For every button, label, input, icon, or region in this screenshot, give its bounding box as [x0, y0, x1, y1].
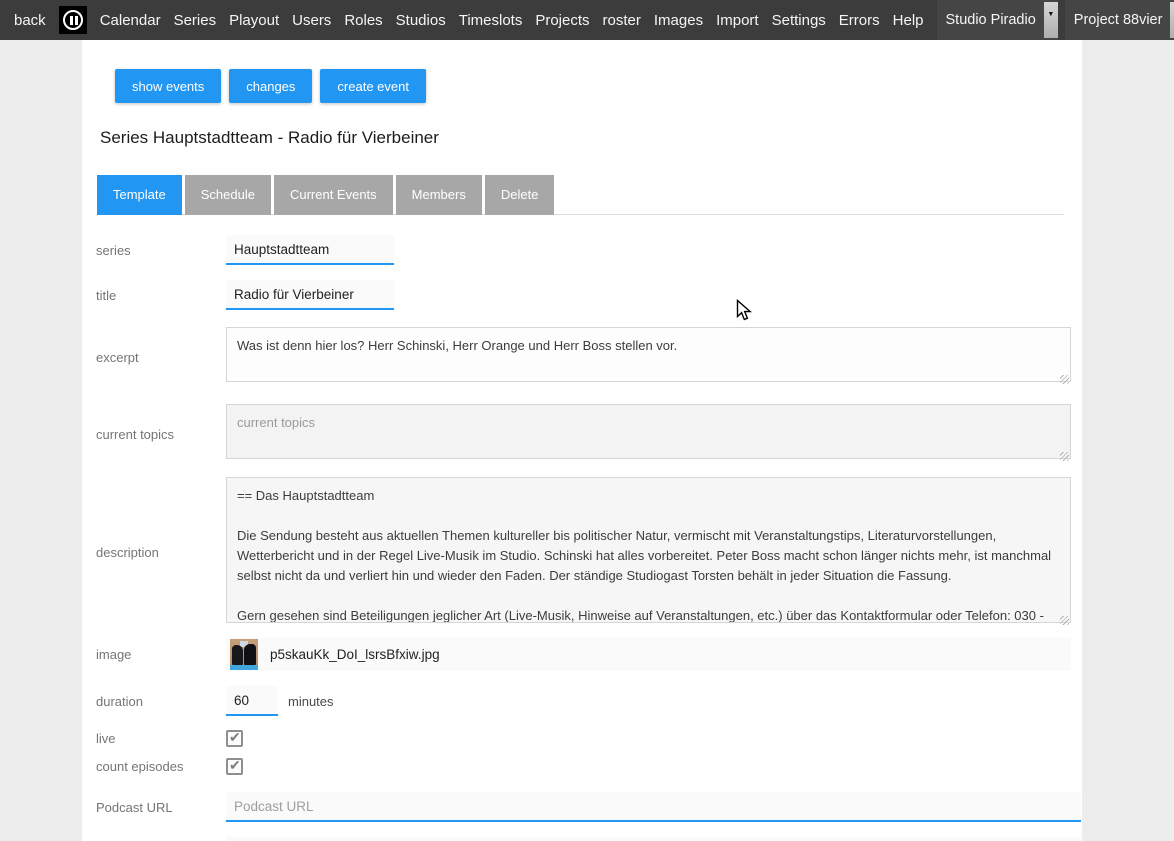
show-events-button[interactable]: show events — [115, 69, 221, 103]
project-select-value: Project 88vier — [1074, 12, 1163, 28]
create-event-button[interactable]: create event — [320, 69, 426, 103]
studio-select[interactable]: Studio Piradio ▼ — [937, 0, 1058, 40]
tab-template[interactable]: Template — [97, 175, 182, 215]
nav-item-help[interactable]: Help — [893, 12, 924, 29]
image-label: image — [82, 647, 226, 662]
title-row: title — [82, 280, 1082, 310]
nav-item-users[interactable]: Users — [292, 12, 331, 29]
title-label: title — [82, 288, 226, 303]
archive-url-input[interactable] — [226, 837, 1081, 841]
changes-button[interactable]: changes — [229, 69, 312, 103]
count-episodes-label: count episodes — [82, 759, 226, 774]
count-episodes-row: count episodes ✔ — [82, 758, 1082, 775]
tab-members[interactable]: Members — [396, 175, 482, 215]
nav-item-calendar[interactable]: Calendar — [100, 12, 161, 29]
podcast-url-label: Podcast URL — [82, 800, 226, 815]
title-input[interactable] — [226, 280, 394, 310]
tab-current-events[interactable]: Current Events — [274, 175, 393, 215]
page-title: Series Hauptstadtteam - Radio für Vierbe… — [100, 128, 1082, 148]
nav-item-timeslots[interactable]: Timeslots — [459, 12, 523, 29]
description-row: description == Das Hauptstadtteam Die Se… — [82, 477, 1082, 628]
top-navbar: back Calendar Series Playout Users Roles… — [0, 0, 1174, 40]
nav-item-projects[interactable]: Projects — [535, 12, 589, 29]
piradio-logo-icon[interactable] — [59, 6, 87, 34]
current-topics-label: current topics — [82, 427, 226, 442]
nav-item-roster[interactable]: roster — [603, 12, 641, 29]
series-row: series — [82, 235, 1082, 265]
nav-item-back[interactable]: back — [14, 12, 46, 29]
studio-select-value: Studio Piradio — [946, 12, 1036, 28]
live-row: live ✔ — [82, 730, 1082, 747]
live-checkbox[interactable]: ✔ — [226, 730, 243, 747]
checkmark-icon: ✔ — [229, 729, 241, 746]
current-topics-textarea[interactable] — [226, 404, 1071, 459]
duration-row: duration minutes — [82, 686, 1082, 716]
podcast-url-row: Podcast URL — [82, 792, 1082, 822]
logo-pause-bar — [70, 16, 73, 25]
series-input[interactable] — [226, 235, 394, 265]
excerpt-textarea[interactable]: Was ist denn hier los? Herr Schinski, He… — [226, 327, 1071, 382]
image-row: image p5skauKk_DoI_lsrsBfxiw.jpg — [82, 638, 1082, 671]
series-label: series — [82, 243, 226, 258]
nav-item-roles[interactable]: Roles — [344, 12, 382, 29]
nav-item-images[interactable]: Images — [654, 12, 703, 29]
series-image-thumbnail[interactable] — [230, 639, 258, 670]
description-textarea[interactable]: == Das Hauptstadtteam Die Sendung besteh… — [226, 477, 1071, 623]
logo-ring — [63, 10, 83, 30]
project-select-arrow[interactable]: ▼ — [1170, 2, 1174, 38]
project-select[interactable]: Project 88vier ▼ — [1065, 0, 1174, 40]
live-label: live — [82, 731, 226, 746]
current-topics-row: current topics — [82, 404, 1082, 464]
nav-item-playout[interactable]: Playout — [229, 12, 279, 29]
tab-bar: Template Schedule Current Events Members… — [97, 175, 1064, 215]
count-episodes-checkbox[interactable]: ✔ — [226, 758, 243, 775]
studio-select-arrow[interactable]: ▼ — [1044, 2, 1058, 38]
tab-delete[interactable]: Delete — [485, 175, 555, 215]
action-toolbar: show events changes create event — [115, 69, 1082, 103]
duration-label: duration — [82, 694, 226, 709]
excerpt-row: excerpt Was ist denn hier los? Herr Schi… — [82, 327, 1082, 387]
nav-item-series[interactable]: Series — [174, 12, 217, 29]
duration-input[interactable] — [226, 686, 278, 716]
tab-schedule[interactable]: Schedule — [185, 175, 271, 215]
podcast-url-input[interactable] — [226, 792, 1081, 822]
image-filename: p5skauKk_DoI_lsrsBfxiw.jpg — [270, 647, 440, 662]
duration-unit-label: minutes — [288, 694, 334, 709]
nav-item-studios[interactable]: Studios — [396, 12, 446, 29]
archive-url-row: Archive URL — [82, 837, 1082, 841]
image-field: p5skauKk_DoI_lsrsBfxiw.jpg — [226, 638, 1071, 671]
excerpt-label: excerpt — [82, 350, 226, 365]
nav-item-import[interactable]: Import — [716, 12, 759, 29]
chevron-down-icon: ▼ — [1047, 11, 1054, 18]
nav-item-errors[interactable]: Errors — [839, 12, 880, 29]
main-content: show events changes create event Series … — [82, 40, 1082, 841]
checkmark-icon: ✔ — [229, 757, 241, 774]
logo-pause-bar — [75, 16, 78, 25]
nav-item-settings[interactable]: Settings — [772, 12, 826, 29]
description-label: description — [82, 545, 226, 560]
